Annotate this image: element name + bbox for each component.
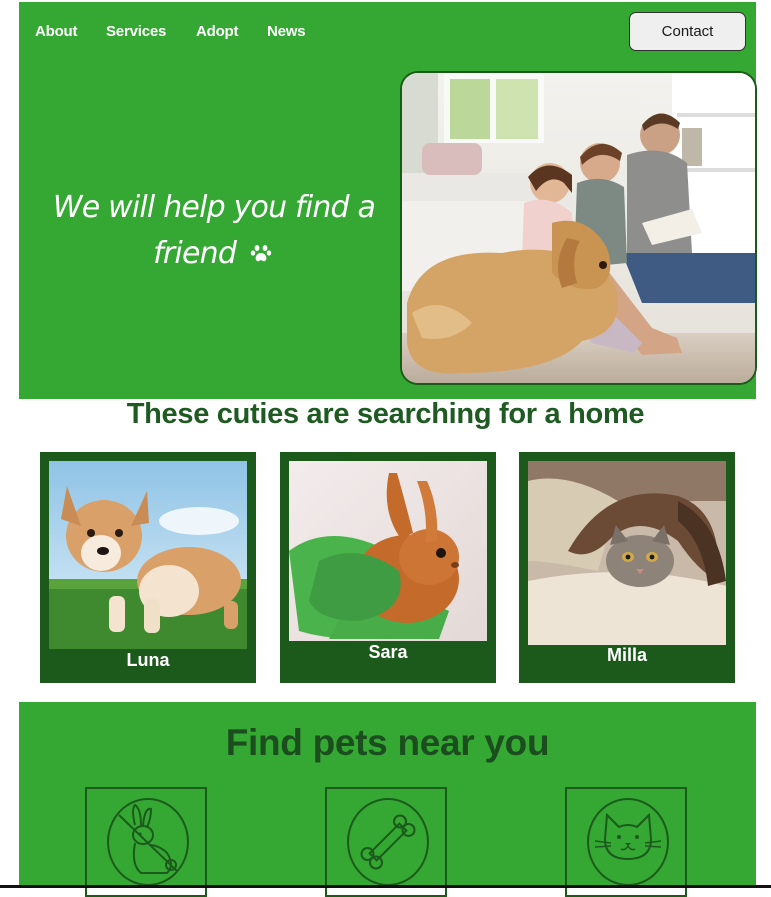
tagline-line-1: We will help you find a xyxy=(52,190,376,225)
hero-tagline: We will help you find a friend xyxy=(31,185,397,277)
pet-name-milla: Milla xyxy=(606,645,647,665)
cat-photo xyxy=(528,461,726,645)
bone-icon xyxy=(347,798,429,886)
hero-family-dog-photo xyxy=(400,71,757,385)
paw-icon xyxy=(250,244,272,261)
corgi-puppy-photo xyxy=(49,461,247,649)
rabbit-photo xyxy=(289,461,487,641)
pet-card-milla[interactable]: Milla xyxy=(519,452,735,683)
nav-link-about[interactable]: About xyxy=(35,23,78,40)
rabbit-icon xyxy=(107,798,189,886)
cuties-heading: These cuties are searching for a home xyxy=(126,398,645,430)
pet-name-sara: Sara xyxy=(368,642,408,662)
pet-card-luna[interactable]: Luna xyxy=(40,452,256,683)
category-dog[interactable] xyxy=(325,787,447,897)
nav-link-services[interactable]: Services xyxy=(106,23,166,40)
hero-section: About Services Adopt News Contact We wil… xyxy=(19,2,757,399)
hero-photo-illustration xyxy=(402,73,755,383)
tagline-line-2: friend xyxy=(153,236,237,271)
top-nav: About Services Adopt News Contact xyxy=(19,2,756,62)
contact-button[interactable]: Contact xyxy=(629,12,746,51)
pet-name-luna: Luna xyxy=(126,650,170,670)
corgi-illustration xyxy=(49,461,247,649)
nav-link-news[interactable]: News xyxy=(267,23,306,40)
pet-card-sara[interactable]: Sara xyxy=(280,452,496,683)
category-cat[interactable] xyxy=(565,787,687,897)
find-pets-section: Find pets near you xyxy=(19,702,756,897)
cat-illustration xyxy=(528,461,726,645)
nav-link-adopt[interactable]: Adopt xyxy=(196,23,239,40)
category-rabbit[interactable] xyxy=(85,787,207,897)
tagline-line-2-wrap: friend xyxy=(31,231,397,277)
cat-icon xyxy=(587,798,669,886)
rabbit-illustration xyxy=(289,461,487,641)
find-pets-title: Find pets near you xyxy=(225,722,550,763)
